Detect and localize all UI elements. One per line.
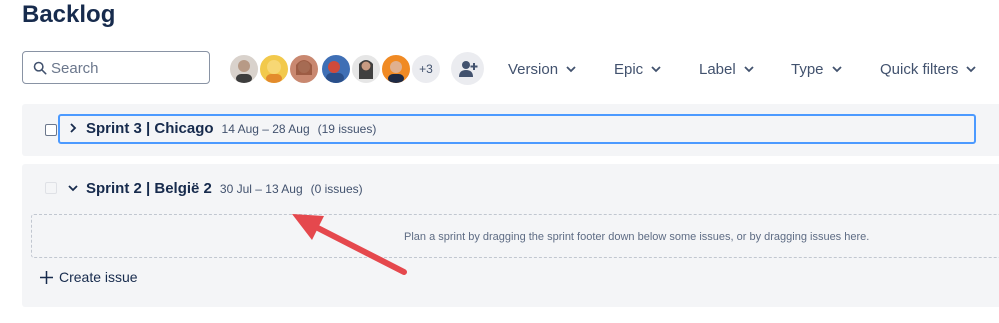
avatar[interactable] (228, 53, 260, 85)
add-person-icon (458, 60, 477, 77)
filter-epic-button[interactable]: Epic (614, 58, 661, 80)
filter-type-button[interactable]: Type (791, 58, 842, 80)
search-icon (33, 61, 47, 75)
avatar[interactable] (320, 53, 352, 85)
chevron-down-icon (566, 66, 576, 73)
sprint-name: Sprint 3 | Chicago (86, 120, 214, 137)
search-input[interactable] (51, 58, 201, 78)
search-box[interactable] (22, 51, 210, 84)
chevron-down-icon (966, 66, 976, 73)
filter-label: Quick filters (880, 60, 959, 78)
filter-label: Label (699, 60, 736, 78)
filter-quick-filters-button[interactable]: Quick filters (880, 58, 976, 80)
avatar[interactable] (288, 53, 320, 85)
filter-version-button[interactable]: Version (508, 58, 576, 80)
filter-label: Version (508, 60, 559, 78)
chevron-down-icon (831, 66, 842, 73)
sprint-container: Sprint 2 | België 2 30 Jul – 13 Aug (0 i… (22, 164, 999, 307)
sprint-dates: 14 Aug – 28 Aug (221, 122, 310, 136)
avatar-overflow-count[interactable]: +3 (410, 53, 442, 85)
sprint-select-checkbox[interactable] (45, 124, 57, 136)
create-issue-button[interactable]: Create issue (40, 269, 138, 285)
add-people-button[interactable] (451, 52, 484, 85)
filter-label: Epic (614, 60, 644, 78)
chevron-down-icon[interactable] (68, 183, 78, 193)
avatar[interactable] (350, 53, 382, 85)
avatar[interactable] (258, 53, 290, 85)
chevron-down-icon (744, 66, 754, 73)
empty-sprint-message: Plan a sprint by dragging the sprint foo… (404, 231, 870, 243)
sprint-select-checkbox (45, 182, 57, 194)
filter-label: Type (791, 60, 824, 78)
plus-icon (40, 270, 53, 284)
create-issue-label: Create issue (59, 269, 138, 285)
sprint-dates: 30 Jul – 13 Aug (219, 182, 303, 196)
sprint-header[interactable]: Sprint 3 | Chicago 14 Aug – 28 Aug (19 i… (58, 114, 976, 144)
sprint-header[interactable]: Sprint 2 | België 2 30 Jul – 13 Aug (0 i… (68, 180, 363, 197)
sprint-name: Sprint 2 | België 2 (86, 180, 212, 197)
avatar[interactable] (380, 53, 412, 85)
filter-label-button[interactable]: Label (699, 58, 754, 80)
page-title: Backlog (22, 1, 116, 28)
sprint-container: Sprint 3 | Chicago 14 Aug – 28 Aug (19 i… (22, 104, 999, 156)
sprint-issue-count: (0 issues) (310, 182, 363, 196)
sprint-drop-zone[interactable]: Plan a sprint by dragging the sprint foo… (31, 214, 999, 258)
chevron-right-icon[interactable] (68, 123, 78, 133)
chevron-down-icon (651, 66, 661, 73)
sprint-issue-count: (19 issues) (317, 122, 377, 136)
